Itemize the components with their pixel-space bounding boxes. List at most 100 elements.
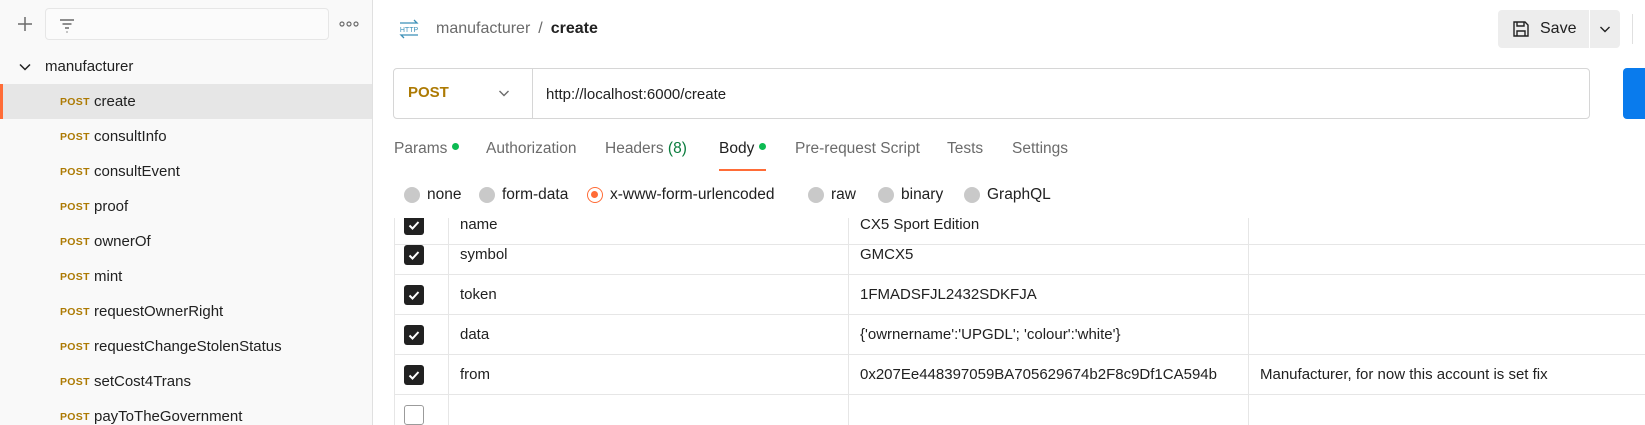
request-name: consultInfo bbox=[94, 128, 167, 145]
description-cell[interactable] bbox=[1249, 315, 1645, 355]
value-cell[interactable]: {'owrnername':'UPGDL'; 'colour':'white'} bbox=[849, 315, 1249, 355]
sidebar-item-setcost4trans[interactable]: POST setCost4Trans bbox=[0, 364, 372, 399]
key-cell[interactable] bbox=[449, 395, 849, 425]
chevron-down-icon bbox=[499, 90, 509, 97]
collection-manufacturer[interactable]: manufacturer bbox=[0, 50, 372, 84]
header-divider bbox=[1632, 14, 1633, 44]
body-mode-graphql[interactable]: GraphQL bbox=[964, 184, 1051, 206]
key-cell[interactable]: data bbox=[449, 315, 849, 355]
save-icon bbox=[1513, 21, 1529, 37]
row-checkbox[interactable] bbox=[404, 285, 424, 305]
checkmark-icon bbox=[408, 291, 420, 300]
method-badge: POST bbox=[60, 271, 90, 283]
tab-authorization[interactable]: Authorization bbox=[486, 140, 576, 158]
chevron-down-icon bbox=[19, 63, 31, 71]
params-table: name CX5 Sport Edition symbol GMCX5 toke… bbox=[394, 218, 1645, 425]
description-cell[interactable]: Manufacturer, for now this account is se… bbox=[1249, 355, 1645, 395]
key-cell[interactable]: from bbox=[449, 355, 849, 395]
more-options-button[interactable] bbox=[337, 12, 361, 36]
sidebar-item-paytothegovernment[interactable]: POST payToTheGovernment bbox=[0, 399, 372, 425]
status-dot bbox=[452, 143, 460, 151]
radio-button bbox=[808, 187, 824, 203]
body-mode-none[interactable]: none bbox=[404, 184, 461, 206]
http-icon: HTTP bbox=[399, 19, 419, 39]
request-name: create bbox=[94, 93, 136, 110]
plus-icon bbox=[18, 17, 32, 31]
sidebar-item-requestownerright[interactable]: POST requestOwnerRight bbox=[0, 294, 372, 329]
body-type-selector: none form-data x-www-form-urlencoded raw… bbox=[404, 184, 1604, 208]
tab-body[interactable]: Body bbox=[719, 140, 767, 171]
tab-params[interactable]: Params bbox=[394, 140, 460, 158]
checkmark-icon bbox=[408, 221, 420, 230]
value-cell[interactable]: 0x207Ee448397059BA705629674b2F8c9Df1CA59… bbox=[849, 355, 1249, 395]
table-row: symbol GMCX5 bbox=[394, 235, 1645, 275]
key-cell[interactable]: token bbox=[449, 275, 849, 315]
sidebar-item-proof[interactable]: POST proof bbox=[0, 189, 372, 224]
request-name: ownerOf bbox=[94, 233, 151, 250]
radio-button bbox=[964, 187, 980, 203]
value-cell[interactable]: 1FMADSFJL2432SDKFJA bbox=[849, 275, 1249, 315]
body-mode-binary[interactable]: binary bbox=[878, 184, 943, 206]
tab-settings[interactable]: Settings bbox=[1012, 140, 1068, 158]
status-dot bbox=[759, 143, 767, 151]
value-cell[interactable] bbox=[849, 395, 1249, 425]
request-name: payToTheGovernment bbox=[94, 408, 243, 425]
description-cell[interactable] bbox=[1249, 395, 1645, 425]
row-checkbox[interactable] bbox=[404, 325, 424, 345]
sidebar-item-consultinfo[interactable]: POST consultInfo bbox=[0, 119, 372, 154]
row-checkbox[interactable] bbox=[404, 365, 424, 385]
url-bar: POST bbox=[393, 68, 1590, 119]
body-mode-urlencoded[interactable]: x-www-form-urlencoded bbox=[587, 184, 775, 206]
checkmark-icon bbox=[408, 371, 420, 380]
tab-headers[interactable]: Headers (8) bbox=[605, 140, 687, 158]
sidebar-toolbar bbox=[0, 0, 372, 48]
save-options-button[interactable] bbox=[1590, 10, 1620, 48]
request-name: requestChangeStolenStatus bbox=[94, 338, 282, 355]
request-list: POST create POST consultInfo POST consul… bbox=[0, 84, 372, 425]
radio-button bbox=[878, 187, 894, 203]
row-checkbox[interactable] bbox=[404, 245, 424, 265]
request-name: proof bbox=[94, 198, 129, 215]
table-row: data {'owrnername':'UPGDL'; 'colour':'wh… bbox=[394, 315, 1645, 355]
value-cell[interactable]: GMCX5 bbox=[849, 235, 1249, 275]
method-badge: POST bbox=[60, 96, 90, 108]
radio-button bbox=[404, 187, 420, 203]
body-mode-raw[interactable]: raw bbox=[808, 184, 856, 206]
sidebar-item-requestchangestolenstatus[interactable]: POST requestChangeStolenStatus bbox=[0, 329, 372, 364]
svg-text:HTTP: HTTP bbox=[400, 27, 419, 34]
description-cell[interactable] bbox=[1249, 235, 1645, 275]
body-mode-form-data[interactable]: form-data bbox=[479, 184, 568, 206]
checkmark-icon bbox=[408, 331, 420, 340]
method-badge: POST bbox=[60, 236, 90, 248]
url-input[interactable] bbox=[546, 82, 1576, 106]
method-badge: POST bbox=[60, 341, 90, 353]
breadcrumb-current[interactable]: create bbox=[551, 20, 598, 38]
new-item-button[interactable] bbox=[13, 12, 37, 36]
sidebar-item-consultevent[interactable]: POST consultEvent bbox=[0, 154, 372, 189]
breadcrumb-parent[interactable]: manufacturer bbox=[436, 20, 530, 38]
breadcrumb: manufacturer / create bbox=[436, 20, 598, 38]
send-button[interactable] bbox=[1623, 68, 1645, 119]
save-button[interactable]: Save bbox=[1498, 10, 1589, 48]
method-badge: POST bbox=[60, 131, 90, 143]
row-checkbox[interactable] bbox=[404, 405, 424, 425]
row-checkbox[interactable] bbox=[404, 218, 424, 235]
sidebar-filter-input[interactable] bbox=[45, 8, 329, 40]
method-badge: POST bbox=[60, 306, 90, 318]
sidebar-item-ownerof[interactable]: POST ownerOf bbox=[0, 224, 372, 259]
tab-tests[interactable]: Tests bbox=[947, 140, 983, 158]
key-cell[interactable]: symbol bbox=[449, 235, 849, 275]
headers-count: (8) bbox=[667, 140, 687, 157]
sidebar-item-create[interactable]: POST create bbox=[0, 84, 372, 119]
description-cell[interactable] bbox=[1249, 275, 1645, 315]
request-tabs: Params Authorization Headers (8) Body Pr… bbox=[394, 136, 1634, 171]
method-select[interactable]: POST bbox=[394, 69, 533, 118]
table-row bbox=[394, 395, 1645, 425]
sidebar-item-mint[interactable]: POST mint bbox=[0, 259, 372, 294]
chevron-down-icon bbox=[1600, 26, 1610, 33]
method-badge: POST bbox=[60, 166, 90, 178]
more-horizontal-icon bbox=[339, 21, 359, 27]
tab-prerequest-script[interactable]: Pre-request Script bbox=[795, 140, 920, 158]
request-editor: HTTP manufacturer / create Save POST htt… bbox=[374, 0, 1645, 425]
method-badge: POST bbox=[60, 201, 90, 213]
